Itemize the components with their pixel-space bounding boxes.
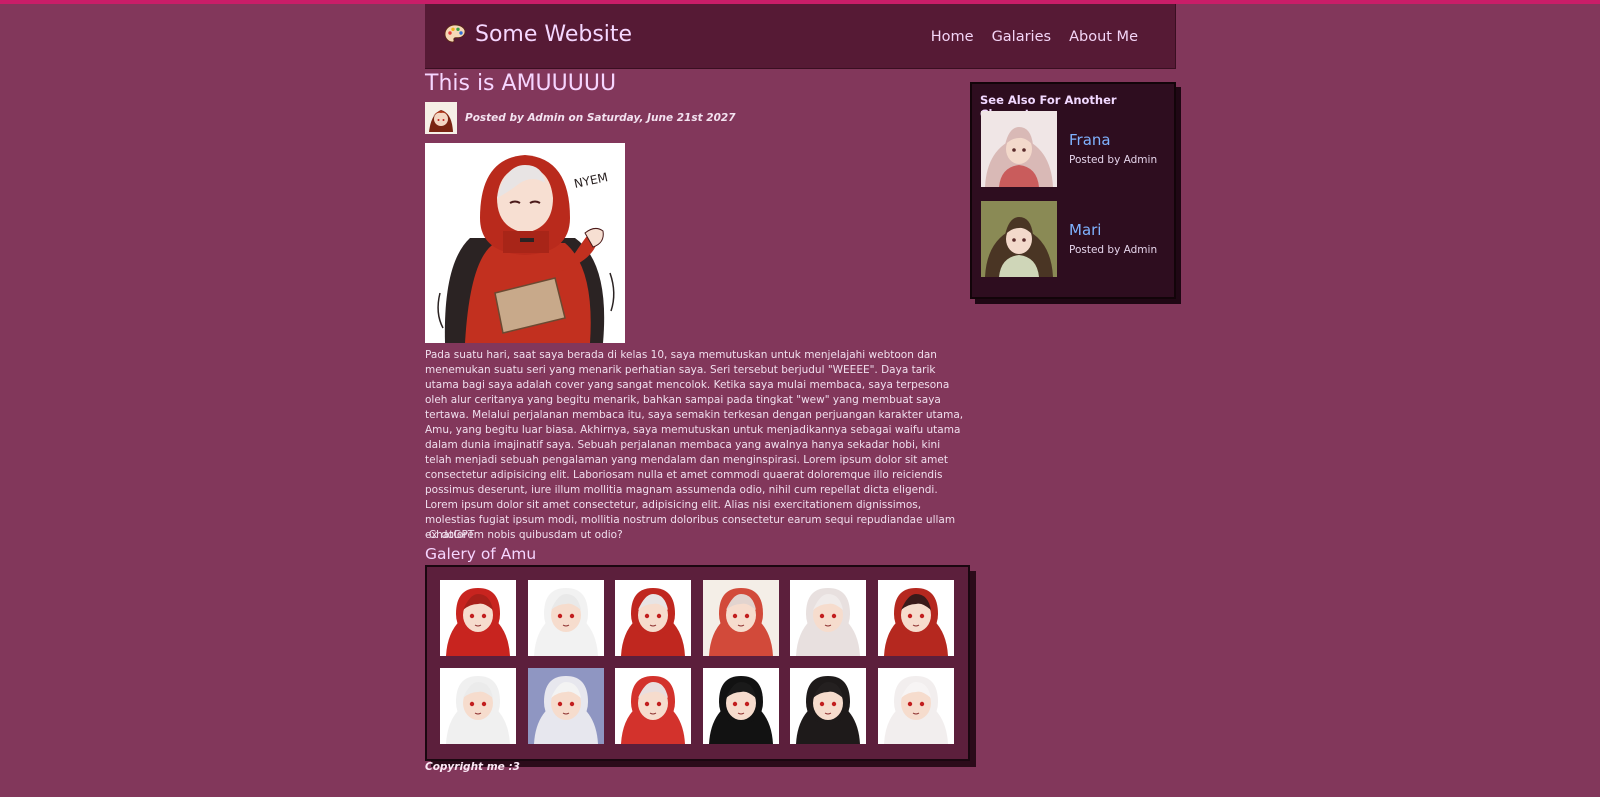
gallery-thumbnail[interactable]	[790, 668, 866, 744]
site-name: Some Website	[475, 22, 633, 47]
frana-thumbnail	[981, 111, 1057, 187]
related-name[interactable]: Frana	[1069, 131, 1111, 149]
related-byline: Posted by Admin	[1069, 154, 1158, 166]
palette-icon	[444, 24, 466, 42]
gallery-thumbnail[interactable]	[440, 668, 516, 744]
nav-about-me[interactable]: About Me	[1069, 29, 1138, 45]
related-name[interactable]: Mari	[1069, 221, 1101, 239]
gallery-thumbnail[interactable]	[790, 580, 866, 656]
gallery-title: Galery of Amu	[425, 545, 537, 563]
gallery-thumbnail[interactable]	[702, 668, 779, 744]
gallery-thumbnail[interactable]	[615, 668, 691, 744]
gallery-thumbnail[interactable]	[877, 580, 954, 656]
gallery-grid	[425, 565, 970, 761]
post-byline: Posted by Admin on Saturday, June 21st 2…	[425, 102, 736, 134]
hero-image: NYEM	[425, 143, 625, 343]
gallery-thumbnail[interactable]	[615, 580, 691, 656]
gallery-thumbnail[interactable]	[702, 580, 779, 656]
related-item-frana[interactable]: Frana Posted by Admin	[981, 111, 1171, 187]
nav-home[interactable]: Home	[931, 29, 974, 45]
related-sidebar: See Also For Another Characters Frana Po…	[970, 82, 1176, 299]
author-avatar	[425, 102, 457, 134]
nav-galaries[interactable]: Galaries	[992, 29, 1052, 45]
gallery-thumbnail[interactable]	[527, 580, 604, 656]
related-byline: Posted by Admin	[1069, 244, 1158, 256]
footer-copyright: Copyright me :3	[425, 761, 520, 773]
post-signature: -ChatGPT	[425, 529, 475, 541]
post-date: Saturday, June 21st 2027	[586, 112, 736, 124]
byline-middle: on	[564, 112, 587, 124]
post-title: This is AMUUUUU	[425, 71, 617, 96]
byline-prefix: Posted by	[465, 112, 528, 124]
gallery-thumbnail[interactable]	[877, 668, 954, 744]
post-body: Pada suatu hari, saat saya berada di kel…	[425, 349, 964, 541]
gallery-thumbnail[interactable]	[527, 668, 604, 744]
related-item-mari[interactable]: Mari Posted by Admin	[981, 201, 1171, 277]
author-name: Admin	[527, 112, 565, 124]
brand[interactable]: Some Website	[443, 22, 632, 47]
site-header: Some Website Home Galaries About Me	[425, 4, 1176, 69]
main-nav: Home Galaries About Me	[931, 29, 1138, 45]
gallery-thumbnail[interactable]	[440, 580, 516, 656]
byline-text: Posted by Admin on Saturday, June 21st 2…	[465, 112, 736, 124]
mari-thumbnail	[981, 201, 1057, 277]
